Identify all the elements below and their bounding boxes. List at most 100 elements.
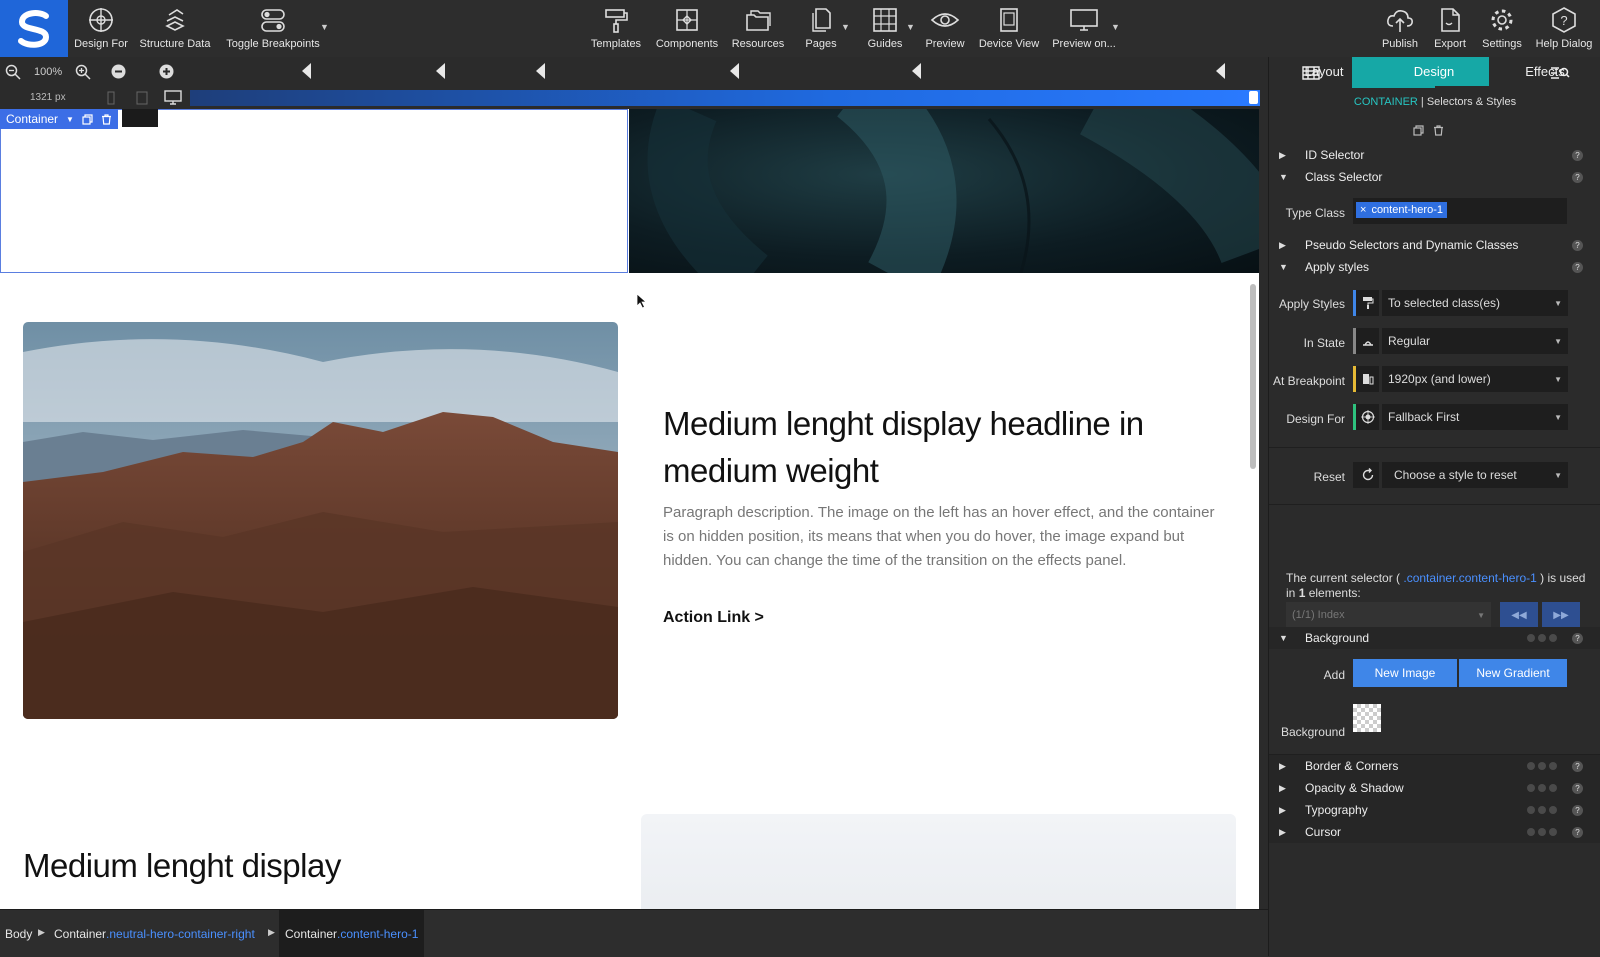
pages-caret-icon[interactable]: ▼ [841, 22, 850, 32]
trash-icon[interactable] [101, 113, 112, 125]
section-cursor[interactable]: ▶ Cursor? [1269, 821, 1600, 843]
zoom-in-icon[interactable] [75, 64, 91, 80]
guides-caret-icon[interactable]: ▼ [906, 22, 915, 32]
publish-button[interactable]: Publish [1380, 0, 1420, 57]
element-index-select[interactable]: (1/1) Index ▼ [1286, 602, 1491, 628]
design-for-select[interactable]: Fallback First ▼ [1382, 404, 1568, 430]
section-border-corners[interactable]: ▶ Border & Corners? [1269, 755, 1600, 777]
selected-container[interactable] [0, 109, 628, 273]
reset-select[interactable]: Choose a style to reset ▼ [1382, 462, 1568, 488]
new-image-button[interactable]: New Image [1353, 659, 1457, 687]
design-for-icon [1353, 404, 1379, 430]
help-icon: ? [1552, 7, 1576, 33]
breakpoint-marker[interactable] [1216, 63, 1225, 79]
pages-button[interactable]: Pages [805, 0, 837, 57]
tablet-device-icon[interactable] [135, 91, 149, 105]
help-icon[interactable]: ? [1572, 261, 1583, 273]
action-link[interactable]: Action Link > [663, 609, 764, 627]
help-icon[interactable]: ? [1572, 804, 1583, 816]
breakpoint-range-bar[interactable] [190, 90, 1260, 106]
type-class-input[interactable]: × content-hero-1 [1353, 198, 1567, 224]
design-canvas[interactable]: Container ▼ Medium lenght display headli… [0, 109, 1259, 909]
grid-icon [873, 8, 897, 32]
apply-styles-select[interactable]: To selected class(es) ▼ [1382, 290, 1568, 316]
preview-button[interactable]: Preview [924, 0, 966, 57]
toggle-breakpoints-button[interactable]: Toggle Breakpoints [226, 0, 320, 57]
preview-on-caret-icon[interactable]: ▼ [1111, 22, 1120, 32]
breakpoint-marker[interactable] [730, 63, 739, 79]
chevron-down-icon: ▼ [1477, 610, 1485, 620]
trash-icon[interactable] [1433, 125, 1444, 136]
device-view-button[interactable]: Device View [978, 0, 1040, 57]
faded-image[interactable] [641, 814, 1236, 909]
breadcrumb-item-current[interactable]: Container .content-hero-1 [279, 910, 425, 957]
tab-design[interactable]: Design [1379, 57, 1489, 86]
section-id-selector[interactable]: ▶ ID Selector? [1269, 144, 1600, 166]
crosshair-icon [89, 8, 113, 32]
background-color-swatch[interactable] [1353, 704, 1381, 732]
help-icon[interactable]: ? [1572, 826, 1583, 838]
minus-circle-icon[interactable] [111, 64, 126, 79]
settings-button[interactable]: Settings [1480, 0, 1524, 57]
resources-button[interactable]: Resources [732, 0, 784, 57]
duplicate-icon[interactable] [1413, 125, 1424, 136]
class-chip[interactable]: × content-hero-1 [1356, 202, 1447, 218]
tab-layout[interactable]: Layout [1269, 57, 1379, 86]
section-opacity-shadow[interactable]: ▶ Opacity & Shadow? [1269, 777, 1600, 799]
design-for-value: Fallback First [1388, 410, 1460, 424]
components-button[interactable]: Components [656, 0, 718, 57]
breakpoint-marker[interactable] [912, 63, 921, 79]
desktop-device-icon[interactable] [164, 90, 182, 106]
section-pseudo-selectors[interactable]: ▶ Pseudo Selectors and Dynamic Classes? [1269, 234, 1600, 256]
next-element-button[interactable]: ▶▶ [1542, 602, 1580, 628]
help-icon[interactable]: ? [1572, 760, 1583, 772]
export-button[interactable]: Export [1432, 0, 1468, 57]
help-icon[interactable]: ? [1572, 149, 1583, 161]
templates-button[interactable]: Templates [590, 0, 642, 57]
section-title: Pseudo Selectors and Dynamic Classes [1305, 238, 1519, 252]
range-handle[interactable] [1249, 91, 1258, 104]
toggle-breakpoints-caret-icon[interactable]: ▼ [320, 22, 329, 32]
mountain-illustration [23, 322, 618, 719]
section-apply-styles[interactable]: ▼ Apply styles? [1269, 256, 1600, 278]
canvas-scrollbar[interactable] [1250, 284, 1256, 469]
leaves-image[interactable] [629, 109, 1259, 303]
preview-on-button[interactable]: Preview on... [1052, 0, 1116, 57]
breakpoint-marker[interactable] [536, 63, 545, 79]
help-icon[interactable]: ? [1572, 782, 1583, 794]
new-image-label: New Image [1374, 666, 1436, 680]
breadcrumb-item-body[interactable]: Body [5, 910, 32, 957]
mobile-device-icon[interactable] [105, 91, 117, 105]
info-selector[interactable]: .container.content-hero-1 [1403, 571, 1536, 585]
breadcrumb-item-container[interactable]: Container .neutral-hero-container-right [54, 910, 255, 957]
structure-data-button[interactable]: Structure Data [140, 0, 210, 57]
expand-arrow-icon: ▶ [1279, 804, 1286, 815]
help-icon[interactable]: ? [1572, 632, 1583, 644]
new-gradient-button[interactable]: New Gradient [1459, 659, 1567, 687]
help-dialog-button[interactable]: ? Help Dialog [1536, 0, 1592, 57]
at-breakpoint-select[interactable]: 1920px (and lower) ▼ [1382, 366, 1568, 392]
selected-element-tag[interactable]: Container ▼ [0, 109, 118, 129]
help-icon[interactable]: ? [1572, 239, 1583, 251]
in-state-select[interactable]: Regular ▼ [1382, 328, 1568, 354]
mountain-image[interactable] [23, 322, 618, 719]
plus-circle-icon[interactable] [159, 64, 174, 79]
remove-class-icon[interactable]: × [1360, 204, 1366, 216]
section-class-selector[interactable]: ▼ Class Selector? [1269, 166, 1600, 188]
type-class-label: Type Class [1285, 206, 1345, 220]
design-for-button[interactable]: Design For [74, 0, 128, 57]
breakpoint-marker[interactable] [436, 63, 445, 79]
zoom-out-icon[interactable] [5, 64, 21, 80]
tag-dropdown-icon[interactable]: ▼ [66, 115, 74, 124]
section-background[interactable]: ▼ Background? [1269, 627, 1600, 649]
breakpoint-marker[interactable] [302, 63, 311, 79]
device-icon [1000, 8, 1018, 32]
previous-element-button[interactable]: ◀◀ [1500, 602, 1538, 628]
app-logo[interactable] [0, 0, 68, 57]
duplicate-icon[interactable] [82, 113, 93, 125]
section-typography[interactable]: ▶ Typography? [1269, 799, 1600, 821]
guides-button[interactable]: Guides [868, 0, 902, 57]
help-icon[interactable]: ? [1572, 171, 1583, 183]
tab-effects[interactable]: Effects [1489, 57, 1600, 86]
apply-styles-value: To selected class(es) [1388, 296, 1501, 310]
